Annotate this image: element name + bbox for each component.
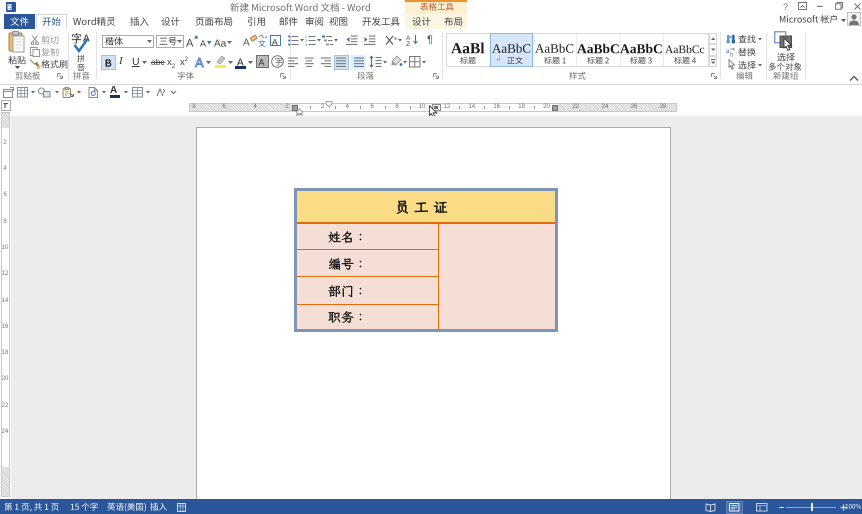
svg-text:3: 3 [305,43,307,46]
svg-text:Z: Z [406,41,410,46]
svg-text:?: ? [783,2,788,11]
svg-text:b: b [730,53,734,58]
svg-text:A: A [259,58,265,68]
svg-text:字: 字 [274,57,282,67]
svg-text:A: A [195,55,204,69]
